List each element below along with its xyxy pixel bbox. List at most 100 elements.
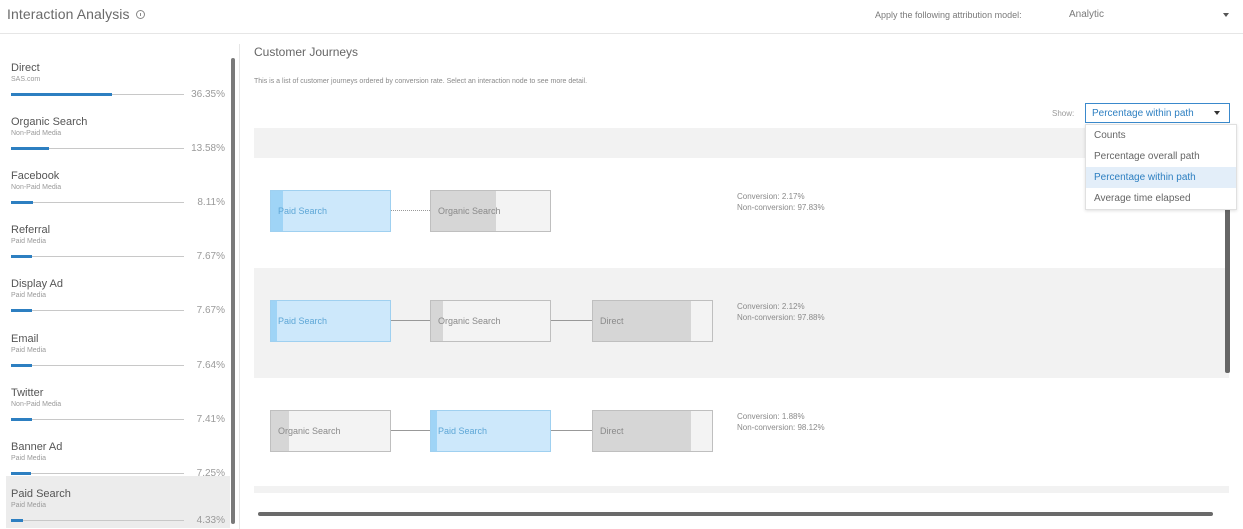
- sidebar-item-percentage: 13.58%: [191, 143, 225, 154]
- menu-option-percentage-overall-path[interactable]: Percentage overall path: [1086, 146, 1236, 167]
- row-band: [254, 486, 1229, 493]
- path-connector: [391, 320, 430, 321]
- sidebar-item-name: Display Ad: [11, 278, 63, 290]
- node-share-fill: [271, 301, 277, 341]
- sidebar-item-percentage: 7.67%: [196, 251, 225, 262]
- sidebar-item-name: Email: [11, 333, 39, 345]
- share-bar-fill: [11, 418, 32, 421]
- section-description: This is a list of customer journeys orde…: [254, 78, 588, 85]
- sidebar-item-display-ad[interactable]: Display Ad Paid Media 7.67%: [6, 266, 230, 318]
- path-connector: [551, 320, 592, 321]
- sidebar-item-facebook[interactable]: Facebook Non-Paid Media 8.11%: [6, 158, 230, 210]
- sidebar-item-percentage: 7.64%: [196, 360, 225, 371]
- caret-down-icon: [1223, 13, 1229, 17]
- sidebar-item-category: SAS.com: [11, 76, 41, 83]
- path-connector: [551, 430, 592, 431]
- sidebar-item-name: Banner Ad: [11, 441, 63, 453]
- sidebar-item-category: Non-Paid Media: [11, 130, 62, 137]
- conversion-rate: Conversion: 2.12%: [737, 302, 805, 311]
- header-bar: Interaction Analysis Apply the following…: [0, 0, 1243, 34]
- journey-row: Organic Search Paid Search Direct Conversio…: [270, 410, 970, 452]
- sidebar-item-banner-ad[interactable]: Banner Ad Paid Media 7.25%: [6, 429, 230, 481]
- conversion-rate: Conversion: 1.88%: [737, 412, 805, 421]
- journey-list-vertical-scrollbar[interactable]: [1225, 205, 1230, 373]
- interaction-node-label: Paid Search: [438, 426, 488, 436]
- journey-list-horizontal-scrollbar[interactable]: [258, 512, 1213, 516]
- share-bar: [11, 364, 184, 367]
- share-bar: [11, 418, 184, 421]
- sidebar-item-direct[interactable]: Direct SAS.com 36.35%: [6, 50, 230, 102]
- share-bar-fill: [11, 255, 32, 258]
- sidebar-item-name: Paid Search: [11, 488, 71, 500]
- share-bar-fill: [11, 519, 23, 522]
- interaction-node[interactable]: Direct: [592, 300, 713, 342]
- row-band: [254, 128, 1229, 158]
- sidebar-item-email[interactable]: Email Paid Media 7.64%: [6, 321, 230, 373]
- conversion-stats: Conversion: 2.12% Non-conversion: 97.88%: [737, 301, 825, 323]
- interaction-node[interactable]: Organic Search: [430, 300, 551, 342]
- sidebar-item-category: Paid Media: [11, 502, 47, 509]
- share-bar-fill: [11, 309, 32, 312]
- show-options-menu: Counts Percentage overall path Percentage …: [1085, 124, 1237, 210]
- sidebar-item-paid-search[interactable]: Paid Search Paid Media 4.33%: [6, 476, 230, 528]
- sidebar-item-twitter[interactable]: Twitter Non-Paid Media 7.41%: [6, 375, 230, 427]
- sidebar-item-percentage: 36.35%: [191, 89, 225, 100]
- conversion-stats: Conversion: 1.88% Non-conversion: 98.12%: [737, 411, 825, 433]
- menu-option-percentage-within-path[interactable]: Percentage within path: [1086, 167, 1236, 188]
- path-connector: [391, 210, 430, 211]
- conversion-stats: Conversion: 2.17% Non-conversion: 97.83%: [737, 191, 825, 213]
- sidebar-item-category: Paid Media: [11, 292, 47, 299]
- interaction-node[interactable]: Paid Search: [270, 300, 391, 342]
- journey-row: Paid Search Organic Search Direct Conversio…: [270, 300, 970, 342]
- conversion-rate: Conversion: 2.17%: [737, 192, 805, 201]
- share-bar: [11, 255, 184, 258]
- share-bar: [11, 147, 184, 150]
- share-bar: [11, 309, 184, 312]
- show-select[interactable]: Percentage within path: [1085, 103, 1230, 123]
- sidebar-item-category: Paid Media: [11, 238, 47, 245]
- interaction-node-label: Direct: [600, 316, 624, 326]
- sidebar-item-category: Paid Media: [11, 347, 47, 354]
- share-bar: [11, 472, 184, 475]
- sidebar-item-percentage: 7.41%: [196, 414, 225, 425]
- share-bar: [11, 201, 184, 204]
- attribution-model-label: Apply the following attribution model:: [875, 10, 1022, 20]
- page-title: Interaction Analysis: [7, 6, 145, 22]
- info-icon[interactable]: [135, 10, 145, 19]
- interaction-node[interactable]: Organic Search: [430, 190, 551, 232]
- caret-down-icon: [1214, 111, 1220, 115]
- interaction-node-label: Paid Search: [278, 206, 328, 216]
- interaction-node-label: Direct: [600, 426, 624, 436]
- sidebar-item-percentage: 4.33%: [196, 515, 225, 526]
- interaction-node[interactable]: Organic Search: [270, 410, 391, 452]
- interaction-node[interactable]: Paid Search: [430, 410, 551, 452]
- interaction-node[interactable]: Paid Search: [270, 190, 391, 232]
- menu-option-average-time-elapsed[interactable]: Average time elapsed: [1086, 188, 1236, 209]
- sidebar-item-organic-search[interactable]: Organic Search Non-Paid Media 13.58%: [6, 104, 230, 156]
- sidebar-item-percentage: 7.67%: [196, 305, 225, 316]
- sidebar-scrollbar[interactable]: [231, 58, 235, 524]
- non-conversion-rate: Non-conversion: 97.83%: [737, 203, 825, 212]
- interaction-node[interactable]: Direct: [592, 410, 713, 452]
- attribution-model-select[interactable]: Analytic: [1064, 4, 1234, 26]
- share-bar-fill: [11, 472, 31, 475]
- sidebar-item-name: Referral: [11, 224, 51, 236]
- journey-row: Paid Search Organic Search Conversion: 2.1…: [270, 190, 970, 232]
- page-title-text: Interaction Analysis: [7, 6, 130, 22]
- non-conversion-rate: Non-conversion: 98.12%: [737, 423, 825, 432]
- interaction-node-label: Organic Search: [438, 206, 501, 216]
- show-label: Show:: [1052, 109, 1075, 118]
- sidebar-item-percentage: 8.11%: [197, 197, 225, 208]
- share-bar-fill: [11, 93, 112, 96]
- sidebar-item-referral[interactable]: Referral Paid Media 7.67%: [6, 212, 230, 264]
- share-bar: [11, 519, 184, 522]
- non-conversion-rate: Non-conversion: 97.88%: [737, 313, 825, 322]
- share-bar-fill: [11, 147, 49, 150]
- share-bar-fill: [11, 201, 33, 204]
- interaction-node-label: Paid Search: [278, 316, 328, 326]
- path-connector: [391, 430, 430, 431]
- sidebar-item-name: Twitter: [11, 387, 44, 399]
- sidebar-item-category: Paid Media: [11, 455, 47, 462]
- menu-option-counts[interactable]: Counts: [1086, 125, 1236, 146]
- show-select-value: Percentage within path: [1092, 108, 1194, 119]
